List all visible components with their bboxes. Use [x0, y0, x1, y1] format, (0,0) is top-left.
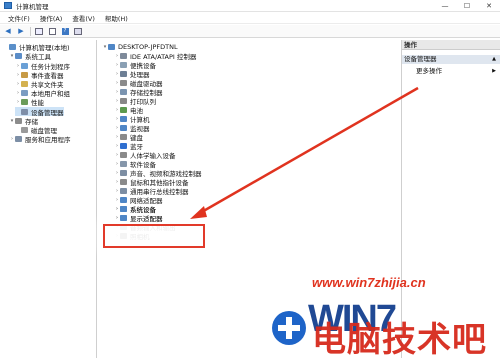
show-hide-tree-icon[interactable] [34, 27, 44, 36]
actions-device-manager[interactable]: 设备管理器 ▲ [402, 55, 500, 64]
device-category-row[interactable]: › IDE ATA/ATAPI 控制器 [114, 52, 196, 61]
view-icon[interactable] [73, 27, 83, 36]
back-icon[interactable]: ◀ [3, 27, 13, 36]
more-actions-label: 更多操作 [416, 67, 442, 75]
device-category-icon [120, 215, 127, 222]
maximize-button[interactable]: ☐ [456, 0, 478, 12]
device-category-icon [120, 116, 127, 123]
device-category-icon [120, 89, 127, 96]
device-category-row[interactable]: › 通用串行总线控制器 [114, 187, 189, 196]
device-category-row[interactable]: › 键盘 [114, 133, 143, 142]
tree-node-icon [15, 53, 22, 60]
device-category-icon [120, 80, 127, 87]
tree-node-icon [21, 81, 28, 88]
window-controls: — ☐ ✕ [434, 0, 500, 12]
device-category-row[interactable]: › 网络适配器 [114, 196, 163, 205]
device-category-row[interactable]: › 监视器 [114, 124, 150, 133]
tree-node-icon [21, 99, 28, 106]
tree-item[interactable]: ▾ 系统工具 [9, 52, 51, 61]
device-category-icon [120, 62, 127, 69]
tree-node-icon [21, 90, 28, 97]
tree-item[interactable]: › 事件查看器 [15, 71, 64, 80]
device-category-row[interactable]: › 打印队列 [114, 97, 156, 106]
help-icon[interactable]: ? [60, 27, 70, 36]
device-category-icon [120, 71, 127, 78]
tree-item[interactable]: › 任务计划程序 [15, 61, 70, 71]
actions-pane: 操作 设备管理器 ▲ 更多操作 ▶ [402, 40, 500, 358]
device-category-row[interactable]: › 人体学输入设备 [114, 151, 176, 160]
properties-icon[interactable] [47, 27, 57, 36]
tree-item[interactable]: › 共享文件夹 [15, 80, 64, 89]
title-bar: 计算机管理 — ☐ ✕ [0, 0, 500, 12]
device-category-icon [120, 197, 127, 204]
watermark-url: www.win7zhijia.cn [312, 275, 426, 290]
device-category-icon [120, 143, 127, 150]
minimize-button[interactable]: — [434, 0, 456, 12]
tree-node-icon [21, 62, 28, 69]
device-category-row[interactable]: › 磁盘驱动器 [114, 79, 163, 88]
device-category-icon [120, 125, 127, 132]
menu-view[interactable]: 查看(V) [72, 13, 95, 23]
computer-management-icon [4, 2, 12, 9]
actions-device-manager-label: 设备管理器 [404, 55, 437, 63]
menu-action[interactable]: 操作(A) [40, 13, 63, 23]
tree-item[interactable]: › 性能 [15, 98, 44, 107]
device-category-icon [120, 98, 127, 105]
tree-item-label: 服务和应用程序 [25, 136, 71, 145]
menu-file[interactable]: 文件(F) [8, 13, 30, 23]
tree-node-icon [15, 136, 22, 143]
tree-item[interactable]: 设备管理器 [15, 107, 64, 117]
device-category-icon [120, 152, 127, 159]
device-category-row[interactable]: › 电池 [114, 106, 143, 115]
forward-icon[interactable]: ▶ [16, 27, 26, 36]
display-adapter-row[interactable]: › 显示适配器 [114, 214, 163, 223]
chevron-up-icon: ▲ [492, 56, 496, 62]
tree-node-icon [21, 127, 28, 134]
menu-help[interactable]: 帮助(H) [105, 13, 128, 23]
device-root-row[interactable]: ▾ DESKTOP-JPFDTNL [102, 43, 178, 52]
tree-node-icon [15, 117, 22, 124]
toolbar: ◀ ▶ ? [0, 25, 500, 38]
device-root-label: DESKTOP-JPFDTNL [118, 43, 178, 52]
tree-item[interactable]: ▾ 存储 [9, 117, 38, 126]
device-category-row[interactable]: › 声音、视频和游戏控制器 [114, 169, 202, 178]
tree-item[interactable]: 计算机管理(本地) [3, 43, 70, 52]
tree-item[interactable]: › 服务和应用程序 [9, 135, 71, 144]
chevron-right-icon: ▶ [492, 68, 496, 74]
console-tree: 计算机管理(本地) ▾ 系统工具 › 任务计划程序 › 事件查看器 › 共享文件夹 › 本地用户和组… [3, 40, 97, 358]
more-actions[interactable]: 更多操作 [416, 67, 442, 76]
device-category-icon [120, 170, 127, 177]
tree-node-icon [21, 108, 28, 115]
tree-item[interactable]: 磁盘管理 [15, 126, 57, 135]
device-category-icon [120, 53, 127, 60]
device-category-row[interactable]: › 蓝牙 [114, 142, 143, 151]
tree-item[interactable]: › 本地用户和组 [15, 89, 70, 98]
tree-node-icon [21, 71, 28, 78]
watermark-brand-cn: 电脑技术吧 [312, 321, 487, 359]
plus-logo-icon [272, 311, 306, 345]
device-category-row[interactable]: › 软件设备 [114, 160, 156, 169]
system-devices-row[interactable]: › 系统设备 [114, 205, 156, 214]
window-title: 计算机管理 [16, 2, 49, 11]
device-category-icon [120, 179, 127, 186]
device-category-icon [120, 161, 127, 168]
device-category-row[interactable]: › 计算机 [114, 115, 150, 124]
actions-header: 操作 [402, 40, 500, 50]
toolbar-divider [30, 26, 31, 36]
device-category-row[interactable]: › 处理器 [114, 70, 150, 79]
device-category-icon [120, 107, 127, 114]
computer-icon [108, 44, 115, 51]
device-category-icon [120, 188, 127, 195]
menu-bar: 文件(F) 操作(A) 查看(V) 帮助(H) [0, 13, 500, 24]
device-category-row[interactable]: › 鼠标和其他指针设备 [114, 178, 189, 187]
device-category-row[interactable]: › 存储控制器 [114, 88, 163, 97]
device-category-icon [120, 206, 127, 213]
tree-node-icon [9, 44, 16, 51]
device-category-label: 显示适配器 [130, 215, 163, 224]
device-category-icon [120, 134, 127, 141]
close-button[interactable]: ✕ [478, 0, 500, 12]
highlight-box [103, 224, 205, 248]
device-category-row[interactable]: › 便携设备 [114, 61, 156, 70]
